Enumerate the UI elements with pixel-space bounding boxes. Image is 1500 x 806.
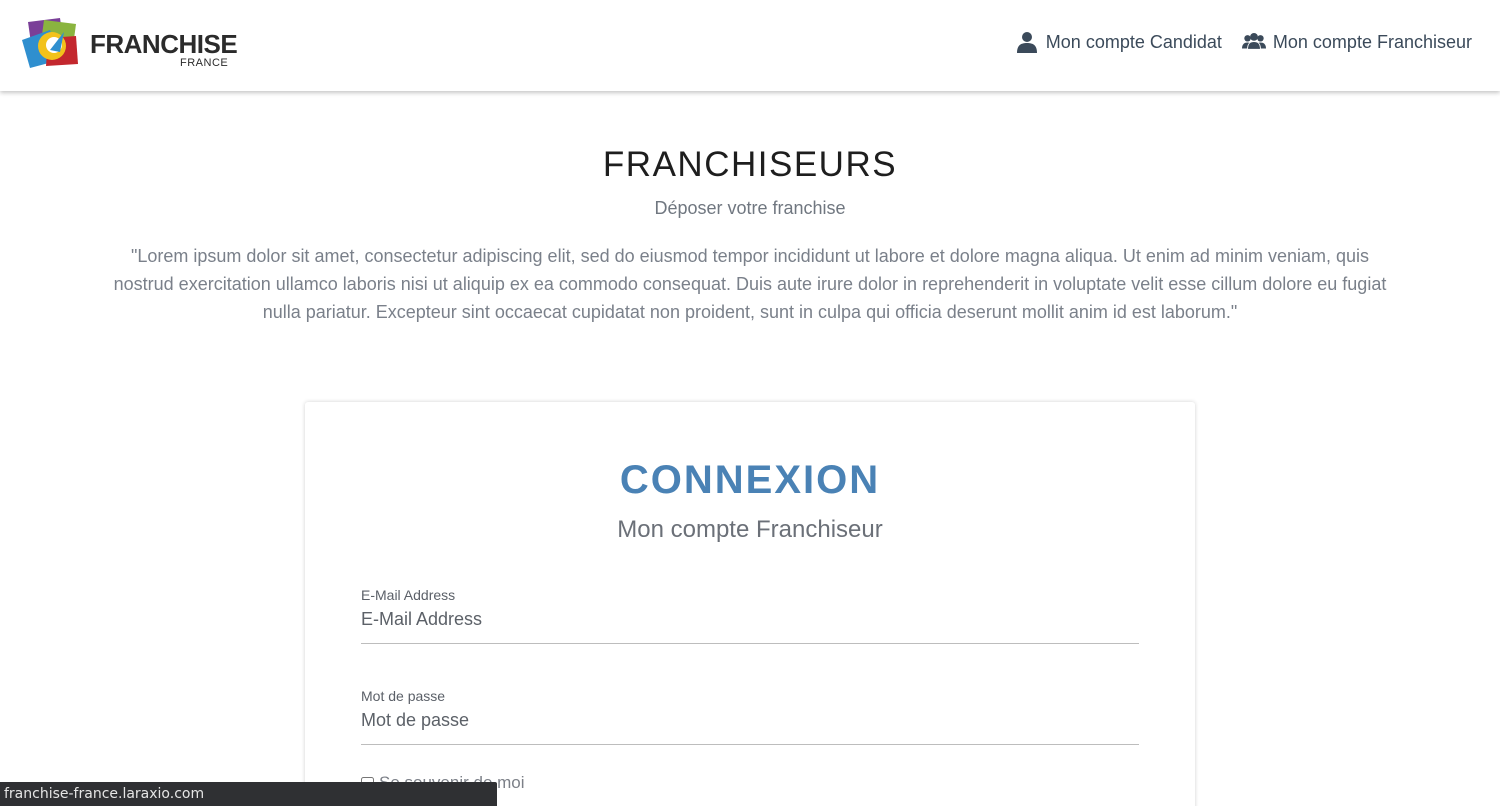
page-subtitle: Déposer votre franchise [654, 198, 846, 218]
login-card: CONNEXION Mon compte Franchiseur E-Mail … [305, 402, 1195, 806]
nav-candidat-account[interactable]: Mon compte Candidat [1015, 30, 1222, 54]
browser-status-bar: franchise-france.laraxio.com [0, 782, 497, 806]
user-icon [1016, 32, 1037, 53]
logo-link[interactable]: FRANCHISE FRANCE [20, 16, 238, 70]
password-field-group: Mot de passe [361, 688, 1139, 745]
email-field-group: E-Mail Address [361, 587, 1139, 644]
page-title: FRANCHISEURS [602, 145, 898, 184]
top-header: FRANCHISE FRANCE Mon compte Candidat Mon… [0, 0, 1500, 91]
password-input[interactable] [361, 704, 1139, 745]
logo-wordmark: FRANCHISE [90, 29, 238, 59]
users-icon [1241, 33, 1266, 50]
login-subtitle: Mon compte Franchiseur [617, 516, 883, 543]
email-input[interactable] [361, 603, 1139, 644]
header-nav: Mon compte Candidat Mon compte Franchise… [1015, 30, 1472, 54]
logo-subtext: FRANCE [180, 57, 229, 69]
nav-candidat-label: Mon compte Candidat [1045, 31, 1222, 52]
status-url: franchise-france.laraxio.com [4, 786, 205, 802]
logo-icon [22, 18, 78, 68]
intro-paragraph: "Lorem ipsum dolor sit amet, consectetur… [113, 246, 1387, 322]
login-title: CONNEXION [619, 458, 881, 502]
nav-franchiseur-account[interactable]: Mon compte Franchiseur [1241, 30, 1472, 54]
password-label: Mot de passe [361, 688, 446, 704]
email-label: E-Mail Address [361, 587, 456, 603]
nav-franchiseur-label: Mon compte Franchiseur [1272, 31, 1472, 52]
